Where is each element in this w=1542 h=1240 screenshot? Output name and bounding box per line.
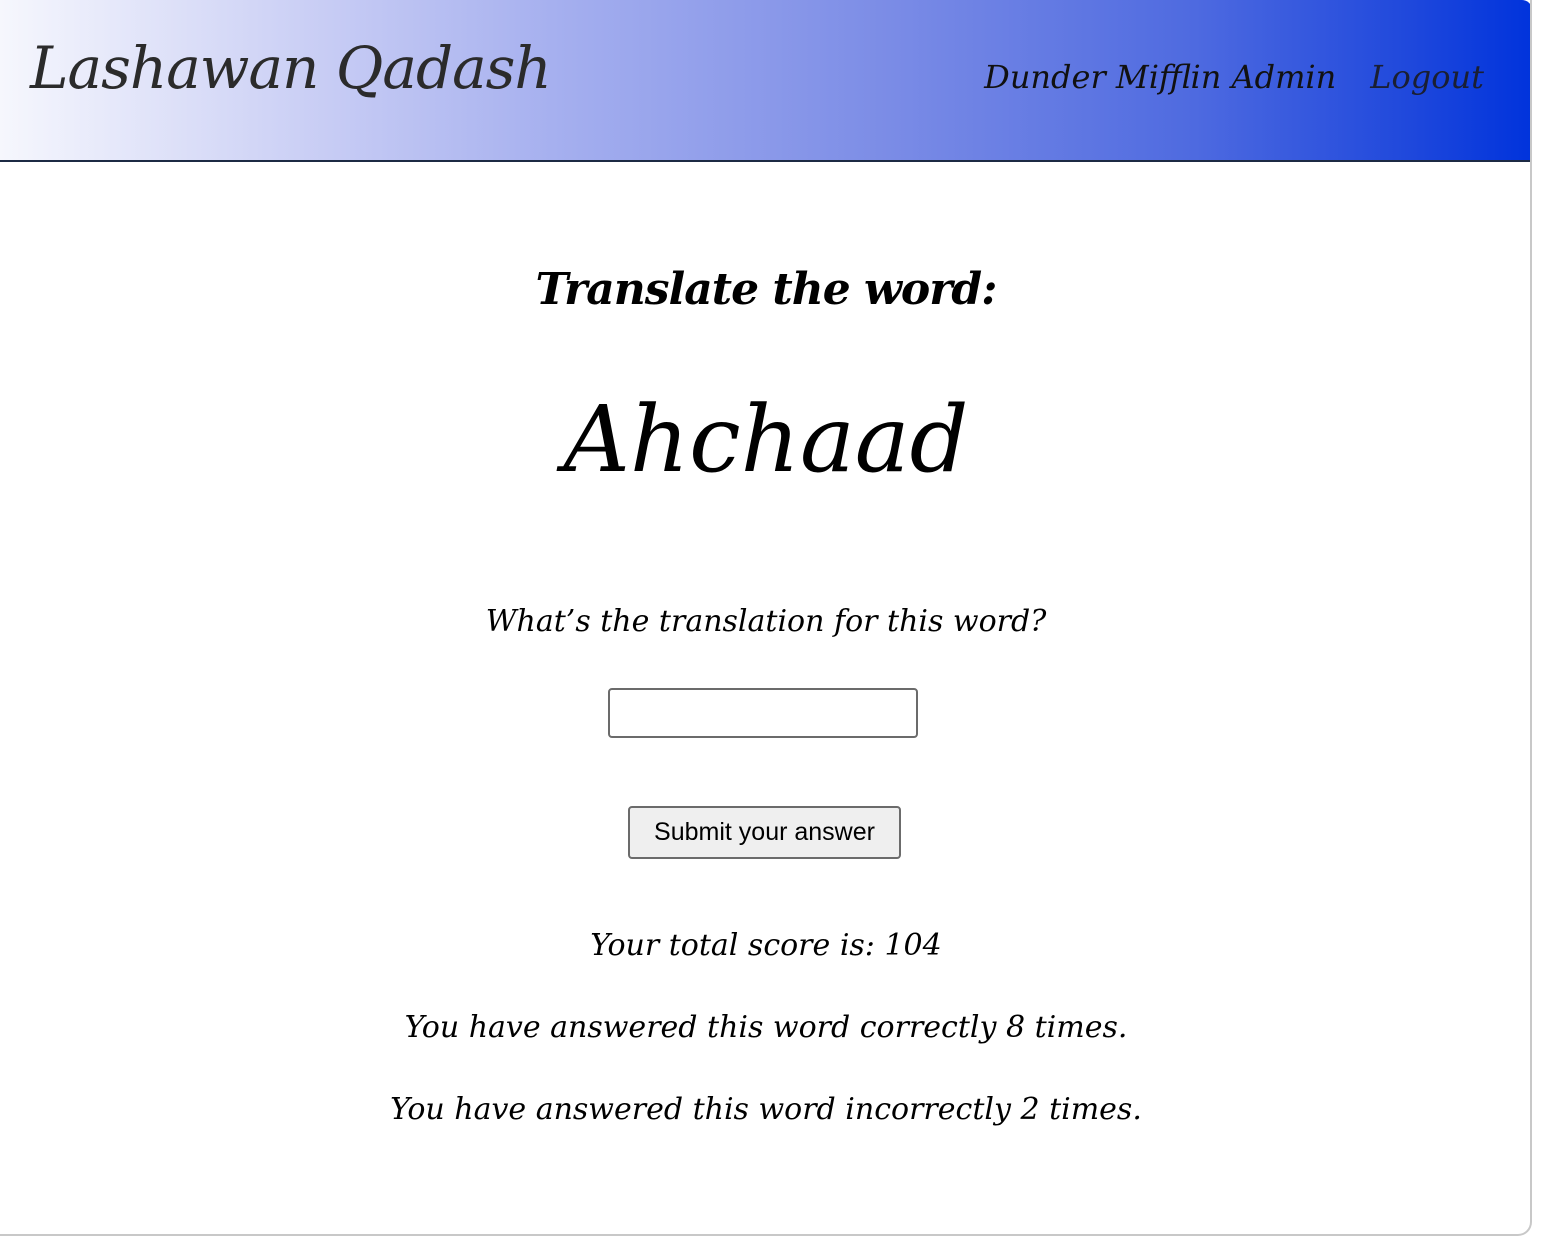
- brand-title[interactable]: Lashawan Qadash: [30, 34, 552, 102]
- logout-link[interactable]: Logout: [1370, 58, 1484, 96]
- prompt-heading: Translate the word:: [535, 264, 998, 315]
- top-header: Lashawan Qadash Dunder Mifflin Admin Log…: [0, 0, 1530, 162]
- translation-question: What’s the translation for this word?: [485, 604, 1047, 639]
- quiz-word: Ahchaad: [563, 386, 969, 493]
- header-nav: Dunder Mifflin Admin Logout: [984, 58, 1484, 96]
- incorrect-count-text: You have answered this word incorrectly …: [390, 1092, 1142, 1127]
- total-score-text: Your total score is: 104: [590, 928, 942, 963]
- submit-answer-button[interactable]: Submit your answer: [628, 806, 901, 859]
- correct-count-text: You have answered this word correctly 8 …: [404, 1010, 1128, 1045]
- user-name: Dunder Mifflin Admin: [984, 58, 1337, 96]
- app-window: Lashawan Qadash Dunder Mifflin Admin Log…: [0, 0, 1532, 1236]
- answer-input[interactable]: [608, 688, 918, 738]
